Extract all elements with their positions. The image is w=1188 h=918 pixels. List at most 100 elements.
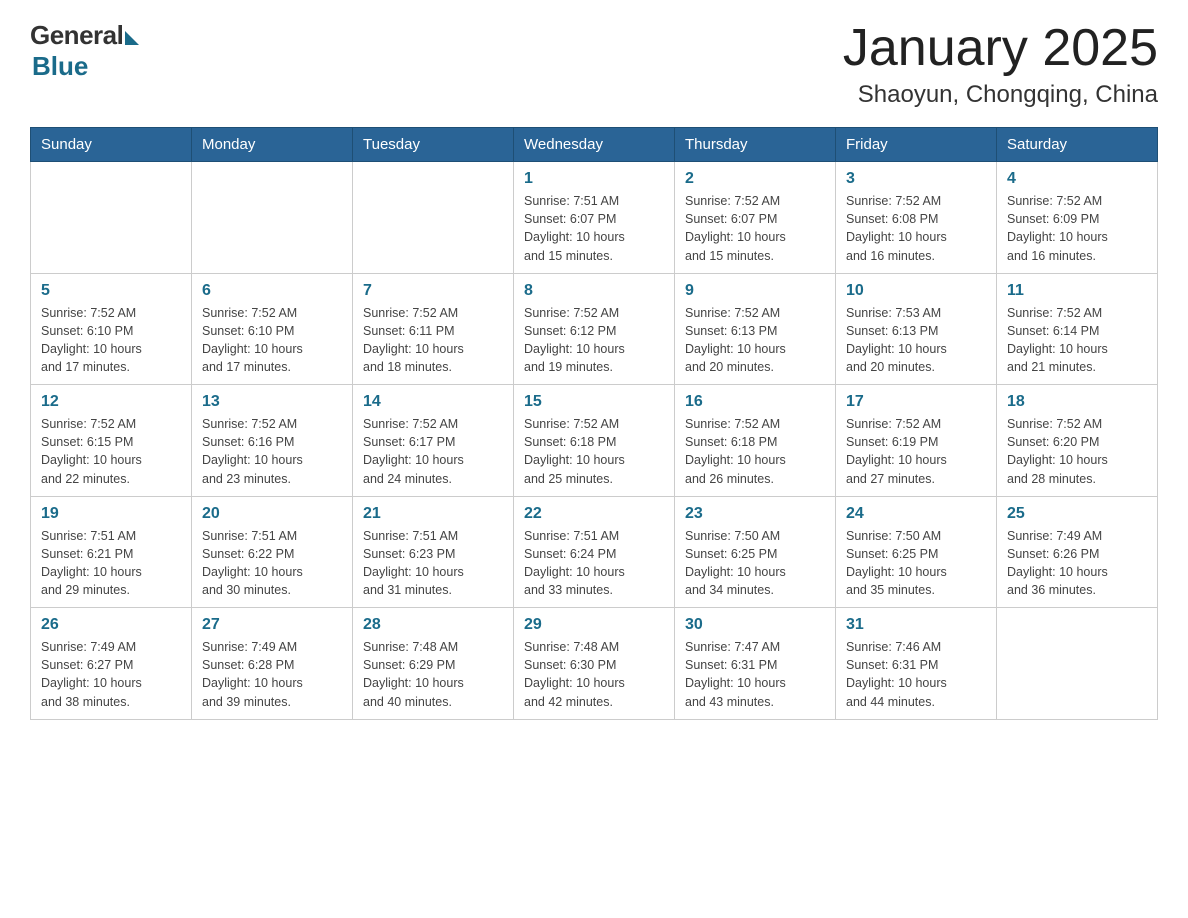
day-number: 24 — [846, 505, 986, 523]
header-cell-monday: Monday — [192, 128, 353, 162]
day-cell: 9 Sunrise: 7:52 AMSunset: 6:13 PMDaylight… — [675, 273, 836, 385]
day-info: Sunrise: 7:50 AMSunset: 6:25 PMDaylight:… — [846, 527, 986, 600]
day-info: Sunrise: 7:46 AMSunset: 6:31 PMDaylight:… — [846, 638, 986, 711]
day-number: 5 — [41, 282, 181, 300]
day-cell: 30 Sunrise: 7:47 AMSunset: 6:31 PMDayligh… — [675, 608, 836, 720]
day-info: Sunrise: 7:48 AMSunset: 6:29 PMDaylight:… — [363, 638, 503, 711]
header-cell-thursday: Thursday — [675, 128, 836, 162]
day-number: 18 — [1007, 393, 1147, 411]
day-number: 21 — [363, 505, 503, 523]
logo: General Blue — [30, 20, 139, 82]
day-number: 7 — [363, 282, 503, 300]
day-cell — [353, 162, 514, 274]
day-info: Sunrise: 7:52 AMSunset: 6:12 PMDaylight:… — [524, 304, 664, 377]
day-number: 17 — [846, 393, 986, 411]
day-number: 6 — [202, 282, 342, 300]
day-cell: 16 Sunrise: 7:52 AMSunset: 6:18 PMDayligh… — [675, 385, 836, 497]
day-info: Sunrise: 7:50 AMSunset: 6:25 PMDaylight:… — [685, 527, 825, 600]
week-row-5: 26 Sunrise: 7:49 AMSunset: 6:27 PMDayligh… — [31, 608, 1158, 720]
week-row-2: 5 Sunrise: 7:52 AMSunset: 6:10 PMDaylight… — [31, 273, 1158, 385]
day-cell: 21 Sunrise: 7:51 AMSunset: 6:23 PMDayligh… — [353, 496, 514, 608]
day-cell: 18 Sunrise: 7:52 AMSunset: 6:20 PMDayligh… — [997, 385, 1158, 497]
day-info: Sunrise: 7:52 AMSunset: 6:15 PMDaylight:… — [41, 415, 181, 488]
day-cell: 29 Sunrise: 7:48 AMSunset: 6:30 PMDayligh… — [514, 608, 675, 720]
day-number: 19 — [41, 505, 181, 523]
day-number: 4 — [1007, 170, 1147, 188]
day-cell: 27 Sunrise: 7:49 AMSunset: 6:28 PMDayligh… — [192, 608, 353, 720]
header-cell-friday: Friday — [836, 128, 997, 162]
day-number: 22 — [524, 505, 664, 523]
day-cell: 8 Sunrise: 7:52 AMSunset: 6:12 PMDaylight… — [514, 273, 675, 385]
day-info: Sunrise: 7:51 AMSunset: 6:23 PMDaylight:… — [363, 527, 503, 600]
day-info: Sunrise: 7:51 AMSunset: 6:07 PMDaylight:… — [524, 192, 664, 265]
day-cell: 24 Sunrise: 7:50 AMSunset: 6:25 PMDayligh… — [836, 496, 997, 608]
day-number: 8 — [524, 282, 664, 300]
day-cell: 7 Sunrise: 7:52 AMSunset: 6:11 PMDaylight… — [353, 273, 514, 385]
day-info: Sunrise: 7:52 AMSunset: 6:10 PMDaylight:… — [41, 304, 181, 377]
day-info: Sunrise: 7:52 AMSunset: 6:18 PMDaylight:… — [524, 415, 664, 488]
day-number: 9 — [685, 282, 825, 300]
header-cell-sunday: Sunday — [31, 128, 192, 162]
day-info: Sunrise: 7:52 AMSunset: 6:19 PMDaylight:… — [846, 415, 986, 488]
day-info: Sunrise: 7:51 AMSunset: 6:24 PMDaylight:… — [524, 527, 664, 600]
calendar-header: SundayMondayTuesdayWednesdayThursdayFrid… — [31, 128, 1158, 162]
day-info: Sunrise: 7:47 AMSunset: 6:31 PMDaylight:… — [685, 638, 825, 711]
day-info: Sunrise: 7:49 AMSunset: 6:27 PMDaylight:… — [41, 638, 181, 711]
day-number: 31 — [846, 616, 986, 634]
day-number: 26 — [41, 616, 181, 634]
day-number: 16 — [685, 393, 825, 411]
day-info: Sunrise: 7:49 AMSunset: 6:28 PMDaylight:… — [202, 638, 342, 711]
day-number: 27 — [202, 616, 342, 634]
day-number: 30 — [685, 616, 825, 634]
day-number: 2 — [685, 170, 825, 188]
day-number: 15 — [524, 393, 664, 411]
day-info: Sunrise: 7:51 AMSunset: 6:22 PMDaylight:… — [202, 527, 342, 600]
day-cell: 12Sunrise: 7:52 AMSunset: 6:15 PMDayligh… — [31, 385, 192, 497]
day-cell: 14Sunrise: 7:52 AMSunset: 6:17 PMDayligh… — [353, 385, 514, 497]
day-number: 3 — [846, 170, 986, 188]
day-info: Sunrise: 7:52 AMSunset: 6:07 PMDaylight:… — [685, 192, 825, 265]
day-info: Sunrise: 7:48 AMSunset: 6:30 PMDaylight:… — [524, 638, 664, 711]
day-cell: 22 Sunrise: 7:51 AMSunset: 6:24 PMDayligh… — [514, 496, 675, 608]
header-row: SundayMondayTuesdayWednesdayThursdayFrid… — [31, 128, 1158, 162]
header-cell-saturday: Saturday — [997, 128, 1158, 162]
logo-arrow-icon — [125, 31, 139, 45]
day-number: 10 — [846, 282, 986, 300]
title-section: January 2025 Shaoyun, Chongqing, China — [843, 20, 1158, 109]
day-number: 23 — [685, 505, 825, 523]
day-info: Sunrise: 7:52 AMSunset: 6:09 PMDaylight:… — [1007, 192, 1147, 265]
calendar-title: January 2025 — [843, 20, 1158, 77]
day-cell: 13Sunrise: 7:52 AMSunset: 6:16 PMDayligh… — [192, 385, 353, 497]
day-number: 11 — [1007, 282, 1147, 300]
day-cell: 11 Sunrise: 7:52 AMSunset: 6:14 PMDayligh… — [997, 273, 1158, 385]
day-cell — [31, 162, 192, 274]
day-cell: 25Sunrise: 7:49 AMSunset: 6:26 PMDayligh… — [997, 496, 1158, 608]
day-cell: 20 Sunrise: 7:51 AMSunset: 6:22 PMDayligh… — [192, 496, 353, 608]
day-info: Sunrise: 7:52 AMSunset: 6:13 PMDaylight:… — [685, 304, 825, 377]
day-cell: 4 Sunrise: 7:52 AMSunset: 6:09 PMDaylight… — [997, 162, 1158, 274]
day-info: Sunrise: 7:52 AMSunset: 6:20 PMDaylight:… — [1007, 415, 1147, 488]
day-info: Sunrise: 7:52 AMSunset: 6:18 PMDaylight:… — [685, 415, 825, 488]
day-info: Sunrise: 7:52 AMSunset: 6:14 PMDaylight:… — [1007, 304, 1147, 377]
day-number: 29 — [524, 616, 664, 634]
header-cell-tuesday: Tuesday — [353, 128, 514, 162]
logo-general-text: General — [30, 20, 123, 51]
page-header: General Blue January 2025 Shaoyun, Chong… — [30, 20, 1158, 109]
day-cell: 15 Sunrise: 7:52 AMSunset: 6:18 PMDayligh… — [514, 385, 675, 497]
day-cell: 2 Sunrise: 7:52 AMSunset: 6:07 PMDaylight… — [675, 162, 836, 274]
week-row-1: 1Sunrise: 7:51 AMSunset: 6:07 PMDaylight… — [31, 162, 1158, 274]
day-cell: 17 Sunrise: 7:52 AMSunset: 6:19 PMDayligh… — [836, 385, 997, 497]
day-cell: 10Sunrise: 7:53 AMSunset: 6:13 PMDayligh… — [836, 273, 997, 385]
calendar-subtitle: Shaoyun, Chongqing, China — [843, 81, 1158, 109]
day-info: Sunrise: 7:51 AMSunset: 6:21 PMDaylight:… — [41, 527, 181, 600]
week-row-3: 12Sunrise: 7:52 AMSunset: 6:15 PMDayligh… — [31, 385, 1158, 497]
day-number: 28 — [363, 616, 503, 634]
day-cell: 31 Sunrise: 7:46 AMSunset: 6:31 PMDayligh… — [836, 608, 997, 720]
day-number: 20 — [202, 505, 342, 523]
calendar-body: 1Sunrise: 7:51 AMSunset: 6:07 PMDaylight… — [31, 162, 1158, 720]
day-cell: 19 Sunrise: 7:51 AMSunset: 6:21 PMDayligh… — [31, 496, 192, 608]
day-info: Sunrise: 7:52 AMSunset: 6:11 PMDaylight:… — [363, 304, 503, 377]
day-number: 14 — [363, 393, 503, 411]
day-info: Sunrise: 7:52 AMSunset: 6:10 PMDaylight:… — [202, 304, 342, 377]
day-cell: 28 Sunrise: 7:48 AMSunset: 6:29 PMDayligh… — [353, 608, 514, 720]
